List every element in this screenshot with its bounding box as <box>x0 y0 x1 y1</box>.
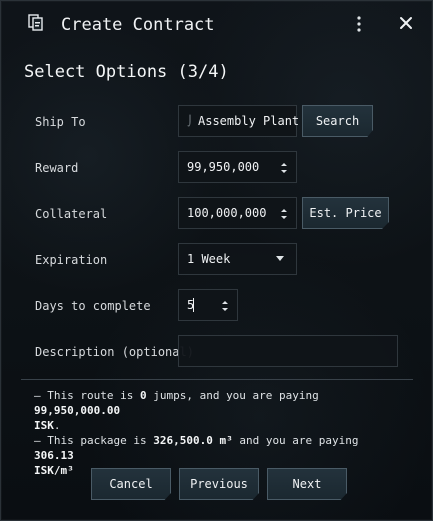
create-contract-window: Create Contract Select Options (3/4) Shi… <box>0 0 433 521</box>
description-field[interactable] <box>178 335 398 367</box>
cancel-button[interactable]: Cancel <box>91 468 171 500</box>
package-rate-unit: ISK/m³ <box>34 464 74 477</box>
route-prefix: – This route is <box>34 389 140 402</box>
expiration-value: 1 Week <box>187 252 231 266</box>
contract-summary: – This route is 0 jumps, and you are pay… <box>34 388 404 478</box>
ship-to-label: Ship To <box>35 115 86 129</box>
days-to-complete-label: Days to complete <box>35 299 151 313</box>
ship-to-field[interactable]: ⌡ Assembly Plant <box>178 105 300 137</box>
route-summary-line: – This route is 0 jumps, and you are pay… <box>34 388 404 418</box>
route-jumps: 0 <box>139 389 147 402</box>
package-summary-line: – This package is 326,500.0 m³ and you a… <box>34 433 404 463</box>
step-title: Select Options (3/4) <box>24 62 229 82</box>
route-middle: jumps, and you are paying <box>146 389 319 402</box>
expiration-label: Expiration <box>35 253 108 267</box>
collateral-label: Collateral <box>35 207 108 221</box>
window-title: Create Contract <box>61 15 215 35</box>
estimate-price-button-label: Est. Price <box>309 206 382 220</box>
expiration-select[interactable]: 1 Week <box>178 243 297 275</box>
contract-options-form: Ship To ⌡ Assembly Plant Search Reward 9… <box>21 94 413 380</box>
reward-value: 99,950,000 <box>187 160 260 174</box>
search-button[interactable]: Search <box>302 105 373 137</box>
days-to-complete-field[interactable]: 5 <box>178 289 238 321</box>
previous-button[interactable]: Previous <box>179 468 259 500</box>
package-prefix: – This package is <box>34 434 154 447</box>
spinner-icon[interactable] <box>280 208 288 220</box>
truncation-marker-icon: ⌡ <box>187 116 194 127</box>
package-volume: 326,500.0 m³ <box>153 434 233 447</box>
route-amount: 99,950,000.00 <box>34 404 121 417</box>
spinner-icon[interactable] <box>280 162 288 174</box>
reward-field[interactable]: 99,950,000 <box>178 151 297 183</box>
spinner-icon[interactable] <box>221 300 229 312</box>
package-rate: 306.13 <box>34 449 74 462</box>
next-button-label: Next <box>292 477 322 491</box>
chevron-down-icon <box>276 256 284 261</box>
search-button-label: Search <box>315 114 360 128</box>
next-button[interactable]: Next <box>267 468 347 500</box>
contract-icon <box>28 14 43 31</box>
close-icon[interactable] <box>399 16 413 30</box>
previous-button-label: Previous <box>190 477 248 491</box>
route-currency: ISK <box>34 419 54 432</box>
ship-to-value: Assembly Plant <box>198 114 300 128</box>
description-label: Description (optional) <box>35 345 194 359</box>
route-currency-line: ISK. <box>34 419 61 432</box>
titlebar: Create Contract <box>1 1 432 49</box>
collateral-value: 100,000,000 <box>187 206 267 220</box>
package-middle: and you are paying <box>232 434 359 447</box>
collateral-field[interactable]: 100,000,000 <box>178 197 297 229</box>
reward-label: Reward <box>35 161 79 175</box>
estimate-price-button[interactable]: Est. Price <box>302 197 389 229</box>
cancel-button-label: Cancel <box>109 477 153 491</box>
kebab-icon[interactable] <box>356 15 362 33</box>
text-caret <box>193 298 194 312</box>
